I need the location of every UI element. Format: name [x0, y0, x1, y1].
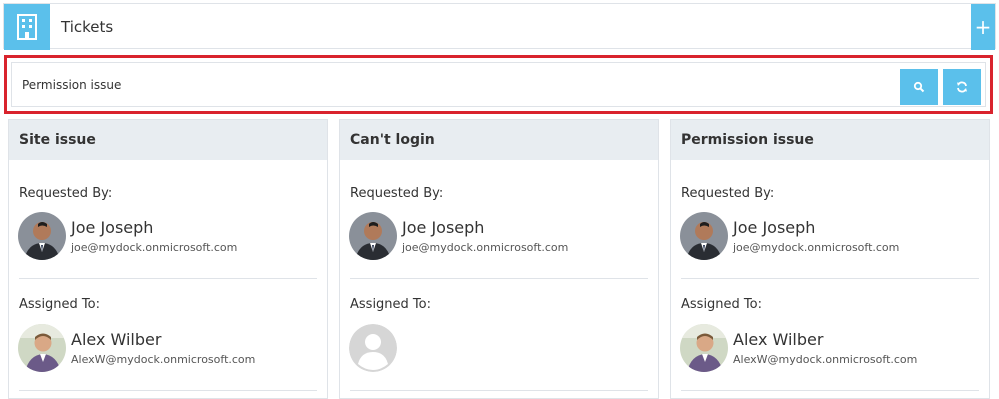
requester-email: joe@mydock.onmicrosoft.com	[733, 241, 900, 254]
assignee-name: Alex Wilber	[71, 330, 162, 349]
refresh-icon	[957, 81, 967, 93]
search-icon	[913, 81, 925, 93]
assignee-email: AlexW@mydock.onmicrosoft.com	[733, 353, 918, 366]
assignee-avatar	[680, 324, 728, 372]
divider	[19, 390, 317, 391]
requester-avatar	[680, 212, 728, 260]
assigned-to-label: Assigned To:	[19, 297, 100, 312]
requester-avatar	[349, 212, 397, 260]
requester-name: Joe Joseph	[71, 218, 154, 237]
requester-email: joe@mydock.onmicrosoft.com	[402, 241, 569, 254]
ticket-card[interactable]: Can't login Requested By: Joe Joseph joe…	[339, 119, 659, 399]
filter-bar	[4, 55, 993, 114]
requester-name: Joe Joseph	[733, 218, 816, 237]
ticket-card[interactable]: Site issue Requested By: Joe Joseph joe@…	[8, 119, 328, 399]
divider	[19, 278, 317, 279]
assigned-to-label: Assigned To:	[350, 297, 431, 312]
assignee-email: AlexW@mydock.onmicrosoft.com	[71, 353, 256, 366]
building-icon	[4, 4, 50, 50]
divider	[681, 278, 979, 279]
tickets-header: Tickets +	[3, 3, 996, 50]
filter-inner	[11, 62, 986, 107]
requested-by-label: Requested By:	[19, 186, 113, 201]
requester-avatar	[18, 212, 66, 260]
requester-name: Joe Joseph	[402, 218, 485, 237]
divider	[350, 278, 648, 279]
plus-icon: +	[974, 15, 992, 39]
assignee-name: Alex Wilber	[733, 330, 824, 349]
ticket-card[interactable]: Permission issue Requested By: Joe Josep…	[670, 119, 990, 399]
default-avatar-icon	[349, 324, 397, 372]
add-ticket-button[interactable]: +	[971, 4, 995, 50]
requested-by-label: Requested By:	[350, 186, 444, 201]
requester-email: joe@mydock.onmicrosoft.com	[71, 241, 238, 254]
divider	[350, 390, 648, 391]
refresh-button[interactable]	[943, 69, 981, 105]
divider	[681, 390, 979, 391]
search-button[interactable]	[900, 69, 938, 105]
ticket-title: Site issue	[9, 120, 327, 160]
page-title: Tickets	[61, 18, 114, 36]
ticket-title: Permission issue	[671, 120, 989, 160]
assigned-to-label: Assigned To:	[681, 297, 762, 312]
requested-by-label: Requested By:	[681, 186, 775, 201]
assignee-avatar	[18, 324, 66, 372]
ticket-title: Can't login	[340, 120, 658, 160]
filter-input[interactable]	[22, 75, 622, 95]
